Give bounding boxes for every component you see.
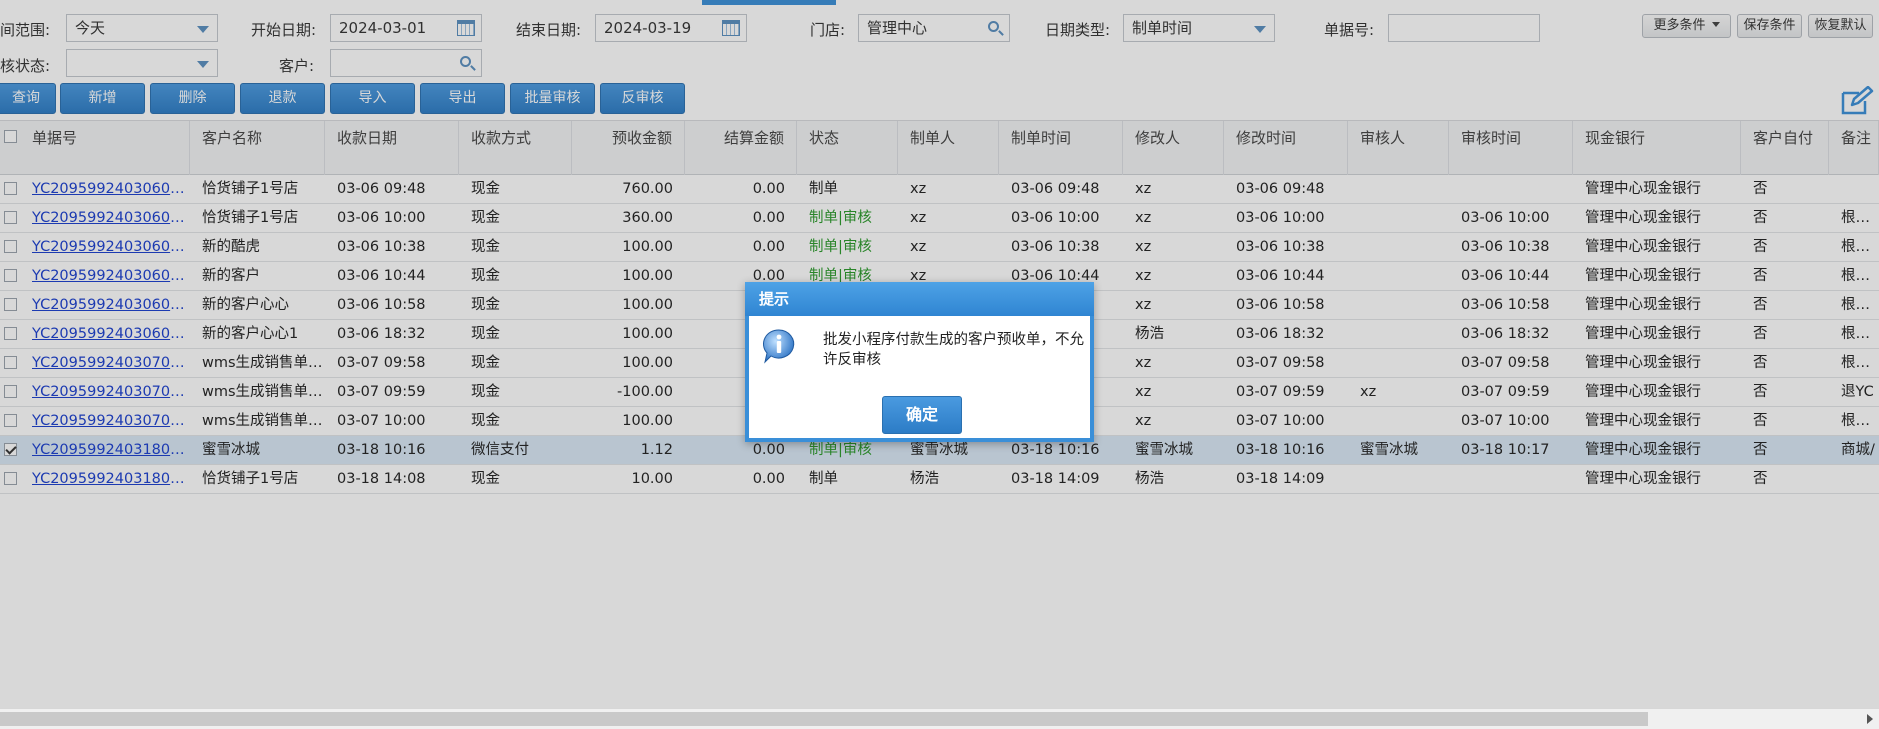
alert-dialog: 提示 批发小程序付款生成的客户预收单，不允许反审核 确定 [745,282,1094,442]
info-icon [763,329,795,364]
dialog-title: 提示 [745,282,1094,316]
page: 间范围: 今天 开始日期: 2024-03-01 结束日期: 2024-03-1… [0,0,1879,729]
horizontal-scrollbar[interactable] [0,708,1879,729]
scroll-right-icon[interactable] [1867,714,1873,724]
scrollbar-thumb[interactable] [0,712,1648,726]
dialog-message: 批发小程序付款生成的客户预收单，不允许反审核 [823,332,1084,368]
confirm-button[interactable]: 确定 [882,396,962,434]
